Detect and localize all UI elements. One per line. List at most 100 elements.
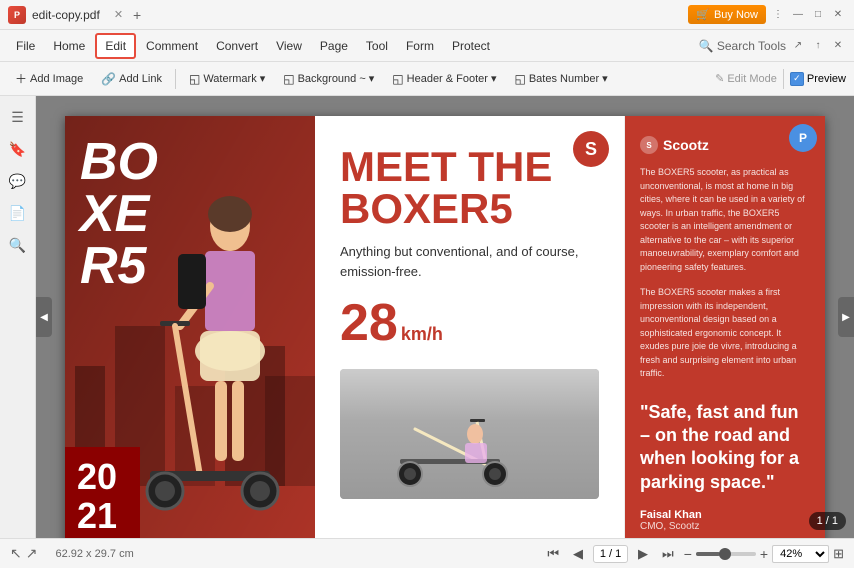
- menu-protect[interactable]: Protect: [444, 35, 498, 57]
- zoom-slider-fill: [696, 552, 720, 556]
- close-button[interactable]: ✕: [830, 7, 846, 23]
- zoom-out-button[interactable]: −: [684, 546, 692, 562]
- buy-now-button[interactable]: 🛒 Buy Now: [688, 5, 766, 24]
- person-scooter-image: [120, 166, 310, 538]
- sidebar-bookmark-icon[interactable]: 🔖: [5, 136, 31, 162]
- last-page-button[interactable]: ⏭: [658, 544, 678, 564]
- header-footer-icon: ◱: [392, 72, 403, 86]
- title-bar: P edit-copy.pdf ✕ + 🛒 Buy Now ⋮ — □ ✕: [0, 0, 854, 30]
- toolbar-sep-1: [175, 69, 176, 89]
- pdf-corner-icon: P: [789, 124, 817, 152]
- menu-tool[interactable]: Tool: [358, 35, 396, 57]
- watermark-dropdown-icon: ▾: [260, 72, 266, 85]
- menu-bar: File Home Edit Comment Convert View Page…: [0, 30, 854, 62]
- sidebar-search-icon[interactable]: 🔍: [5, 232, 31, 258]
- menu-view[interactable]: View: [268, 35, 310, 57]
- menu-edit[interactable]: Edit: [95, 33, 136, 59]
- watermark-button[interactable]: ◱ Watermark ▾: [182, 68, 272, 90]
- description-text-1: The BOXER5 scooter, as practical as unco…: [640, 166, 810, 274]
- s-logo-circle: S: [573, 131, 609, 167]
- background-button[interactable]: ◱ Background ~ ▾: [276, 68, 381, 90]
- menu-comment[interactable]: Comment: [138, 35, 206, 57]
- pdf-document: BOXER5: [65, 116, 825, 538]
- checkbox-icon: ✓: [790, 72, 804, 86]
- edit-mode-button[interactable]: ✎ Edit Mode: [715, 72, 777, 85]
- pdf-viewer-area: ◀ BOXER5: [36, 96, 854, 538]
- first-page-button[interactable]: ⏮: [543, 544, 563, 564]
- menu-form[interactable]: Form: [398, 35, 442, 57]
- cart-icon: 🛒: [696, 8, 710, 21]
- boxer5-title-text: BOXER5: [340, 188, 599, 230]
- meet-the-text: MEET THE: [340, 146, 599, 188]
- menu-file[interactable]: File: [8, 35, 43, 57]
- zoom-level-select[interactable]: 42% 50% 75% 100%: [772, 545, 829, 563]
- title-bar-right: 🛒 Buy Now ⋮ — □ ✕: [427, 5, 846, 24]
- update-button[interactable]: ↑: [810, 38, 826, 54]
- menu-home[interactable]: Home: [45, 35, 93, 57]
- scootz-logo-icon: S: [640, 136, 658, 154]
- speed-unit: km/h: [401, 324, 443, 345]
- zoom-slider[interactable]: [696, 552, 756, 556]
- maximize-button[interactable]: □: [810, 7, 826, 23]
- pdf-right-section: S Scootz The BOXER5 scooter, as practica…: [625, 116, 825, 538]
- pdf-left-section: BOXER5: [65, 116, 315, 538]
- menu-page[interactable]: Page: [312, 35, 356, 57]
- hand-tool-icon[interactable]: ↗: [26, 545, 38, 562]
- left-sidebar: ☰ 🔖 💬 📄 🔍: [0, 96, 36, 538]
- navigation-controls: ⏮ ◀ ▶ ⏭ − + 42% 50% 75% 100% ⊞: [543, 544, 844, 564]
- link-icon: 🔗: [101, 72, 116, 86]
- share-button[interactable]: ↗: [790, 38, 806, 54]
- menu-right: 🔍 Search Tools ↗ ↑ ✕: [699, 38, 846, 54]
- app-icon: P: [8, 6, 26, 24]
- toolbar-overflow-button[interactable]: ⋮: [770, 7, 786, 23]
- collapse-left-button[interactable]: ◀: [36, 297, 52, 337]
- author-title: CMO, Scootz: [640, 521, 810, 532]
- zoom-in-button[interactable]: +: [760, 546, 768, 562]
- next-page-button[interactable]: ▶: [634, 544, 652, 564]
- zoom-controls: − + 42% 50% 75% 100% ⊞: [684, 545, 844, 563]
- bates-icon: ◱: [515, 72, 526, 86]
- page-number-input[interactable]: [593, 545, 628, 563]
- toolbar-sep-2: [783, 69, 784, 89]
- bates-number-button[interactable]: ◱ Bates Number ▾: [508, 68, 615, 90]
- scootz-logo: S Scootz: [640, 136, 810, 154]
- search-tools-button[interactable]: 🔍 Search Tools: [699, 39, 786, 53]
- speed-number: 28: [340, 297, 398, 349]
- status-bar: ↖ ↗ 62.92 x 29.7 cm ⏮ ◀ ▶ ⏭ − + 42% 50% …: [0, 538, 854, 568]
- cursor-tool-icon[interactable]: ↖: [10, 545, 22, 562]
- new-tab-button[interactable]: +: [133, 7, 141, 23]
- menu-convert[interactable]: Convert: [208, 35, 266, 57]
- zoom-slider-thumb[interactable]: [719, 548, 731, 560]
- scooter-svg: [395, 399, 545, 489]
- sidebar-panel-icon[interactable]: ☰: [5, 104, 31, 130]
- speed-section: 28 km/h: [340, 297, 599, 349]
- prev-page-button[interactable]: ◀: [569, 544, 587, 564]
- header-footer-button[interactable]: ◱ Header & Footer ▾: [385, 68, 503, 90]
- search-icon: 🔍: [699, 39, 714, 53]
- tool-icons-group: ↖ ↗: [10, 545, 37, 562]
- collapse-right-button[interactable]: ▶: [838, 297, 854, 337]
- toolbar: ＋ Add Image 🔗 Add Link ◱ Watermark ▾ ◱ B…: [0, 62, 854, 96]
- edit-mode-icon: ✎: [715, 72, 724, 85]
- page-counter-badge: 1 / 1: [809, 512, 846, 530]
- main-area: ☰ 🔖 💬 📄 🔍 ◀ BOXER5: [0, 96, 854, 538]
- add-image-button[interactable]: ＋ Add Image: [8, 66, 90, 91]
- toolbar-right: ✎ Edit Mode ✓ Preview: [715, 69, 846, 89]
- pdf-icon-circle: P: [789, 124, 817, 152]
- tab-title: edit-copy.pdf: [32, 8, 100, 22]
- author-name: Faisal Khan: [640, 509, 810, 521]
- description-text-2: The BOXER5 scooter makes a first impress…: [640, 286, 810, 381]
- sidebar-comment-icon[interactable]: 💬: [5, 168, 31, 194]
- add-link-button[interactable]: 🔗 Add Link: [94, 68, 169, 90]
- header-footer-dropdown-icon: ▾: [491, 72, 497, 85]
- sidebar-pages-icon[interactable]: 📄: [5, 200, 31, 226]
- background-dropdown-icon: ▾: [369, 72, 375, 85]
- fit-page-button[interactable]: ⊞: [833, 546, 844, 562]
- tab-close-button[interactable]: ✕: [114, 8, 123, 21]
- minimize-button[interactable]: —: [790, 7, 806, 23]
- quote-text: "Safe, fast and fun – on the road and wh…: [640, 401, 810, 495]
- menu-overflow-button[interactable]: ✕: [830, 38, 846, 54]
- preview-checkbox[interactable]: ✓ Preview: [790, 72, 846, 86]
- pdf-middle-section: S MEET THE BOXER5 Anything but conventio…: [315, 116, 625, 538]
- scooter-product-image: [340, 369, 599, 499]
